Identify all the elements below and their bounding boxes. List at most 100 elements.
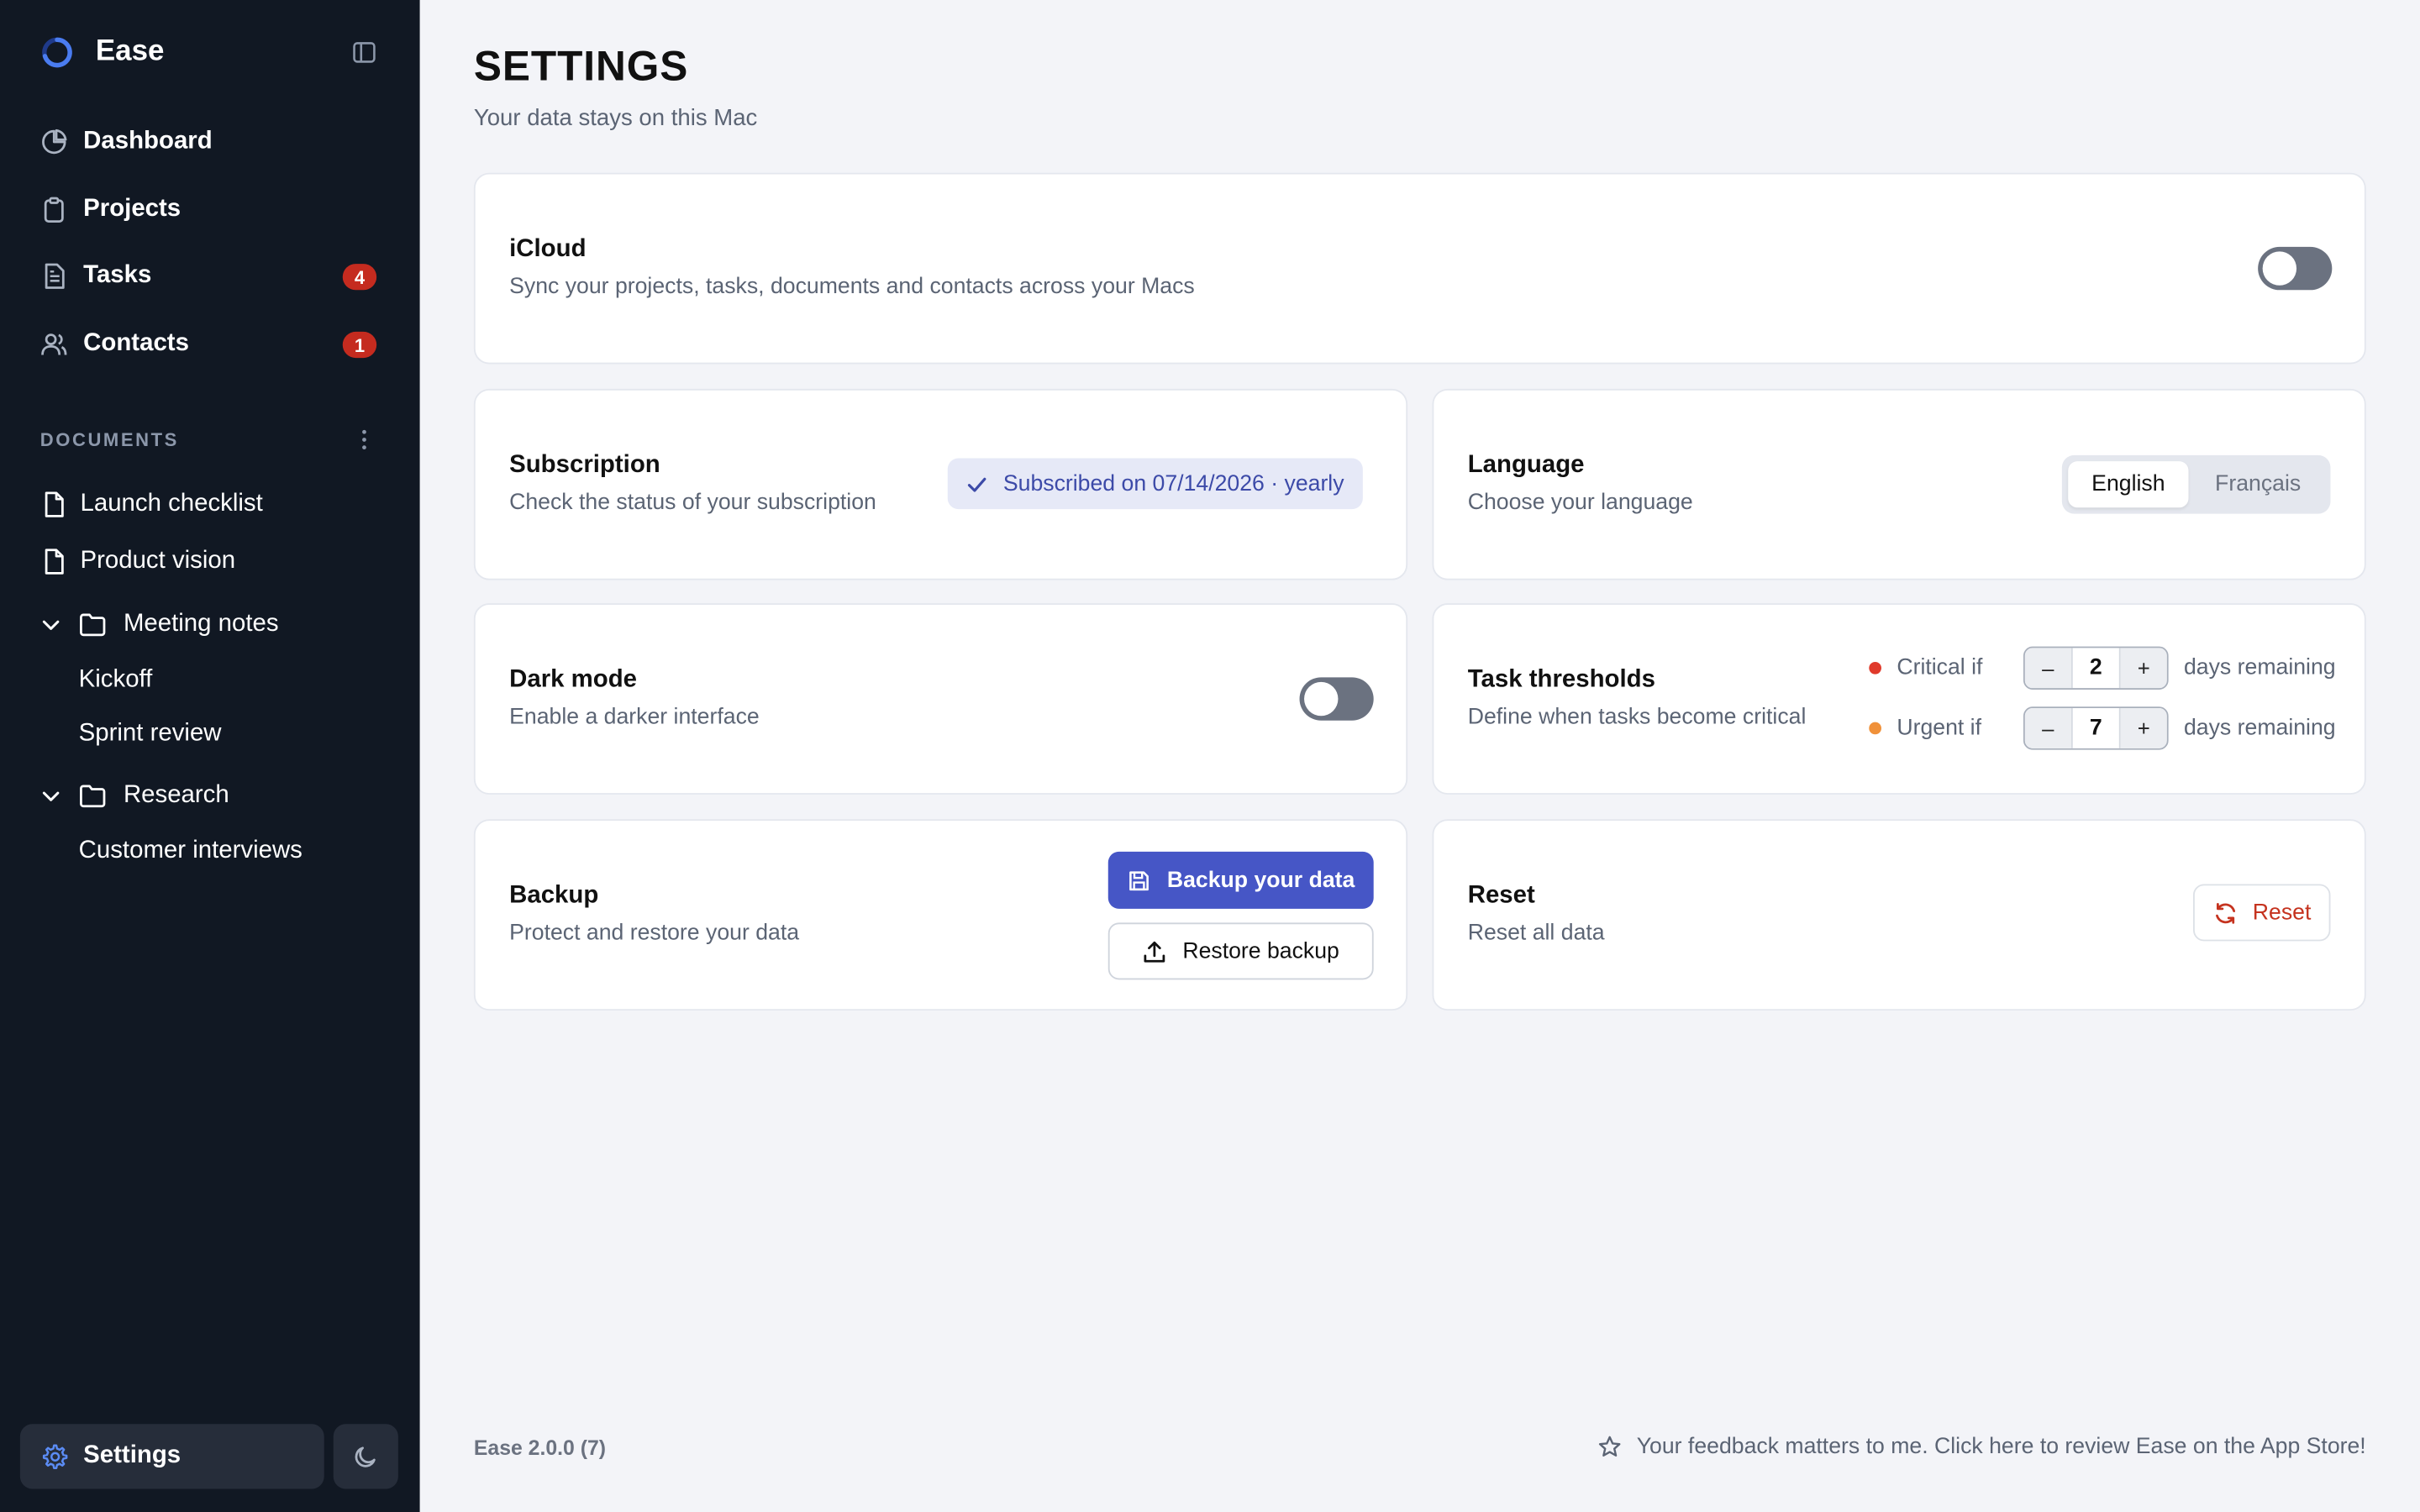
urgent-dot-icon xyxy=(1869,722,1881,735)
nav-dashboard-label: Dashboard xyxy=(83,128,213,155)
nav-projects[interactable]: Projects xyxy=(40,188,380,231)
check-icon xyxy=(966,473,988,495)
urgent-value[interactable]: 7 xyxy=(2070,708,2121,748)
icloud-toggle[interactable] xyxy=(2258,246,2333,291)
moon-icon xyxy=(355,1446,376,1467)
reset-card: Reset Reset all data Reset xyxy=(1432,819,2366,1011)
dark-mode-toggle[interactable] xyxy=(1299,677,1374,721)
folder-research-label: Research xyxy=(123,782,229,809)
settings-nav-label: Settings xyxy=(83,1442,182,1469)
folder-icon xyxy=(79,611,107,638)
reset-description: Reset all data xyxy=(1467,921,1605,946)
pie-chart-icon xyxy=(40,128,68,155)
task-thresholds-card: Task thresholds Define when tasks become… xyxy=(1432,603,2366,795)
contacts-count-badge: 1 xyxy=(342,331,377,359)
language-option-french[interactable]: Français xyxy=(2191,461,2324,507)
language-description: Choose your language xyxy=(1467,491,1693,516)
doc-kickoff-label: Kickoff xyxy=(78,666,153,693)
icloud-title: iCloud xyxy=(509,236,587,263)
subscription-description: Check the status of your subscription xyxy=(509,491,876,516)
doc-customer-interviews[interactable]: Customer interviews xyxy=(79,837,302,865)
icloud-description: Sync your projects, tasks, documents and… xyxy=(509,274,1195,300)
urgent-suffix: days remaining xyxy=(2183,716,2336,741)
critical-suffix: days remaining xyxy=(2183,655,2336,681)
backup-data-button[interactable]: Backup your data xyxy=(1107,851,1374,909)
refresh-icon xyxy=(2212,900,2237,925)
feedback-link[interactable]: Your feedback matters to me. Click here … xyxy=(1598,1435,2366,1460)
collapse-sidebar-button[interactable] xyxy=(349,37,380,68)
document-list-icon xyxy=(40,262,68,290)
icloud-card: iCloud Sync your projects, tasks, docume… xyxy=(473,172,2366,365)
doc-kickoff[interactable]: Kickoff xyxy=(79,666,153,694)
reset-title: Reset xyxy=(1467,882,1535,909)
chevron-down-icon xyxy=(40,611,62,638)
theme-toggle-button[interactable] xyxy=(333,1424,398,1489)
upload-icon xyxy=(1143,939,1167,963)
nav-dashboard[interactable]: Dashboard xyxy=(40,120,380,163)
urgent-stepper: – 7 + xyxy=(2023,706,2169,750)
critical-increment-button[interactable]: + xyxy=(2120,648,2167,689)
app-version: Ease 2.0.0 (7) xyxy=(473,1436,607,1460)
brand: Ease xyxy=(40,34,165,71)
doc-product-vision-label: Product vision xyxy=(80,548,236,575)
language-card: Language Choose your language English Fr… xyxy=(1432,388,2366,580)
subscription-title: Subscription xyxy=(509,452,660,479)
reset-button[interactable]: Reset xyxy=(2193,884,2331,942)
app-name: Ease xyxy=(95,35,165,68)
language-option-english[interactable]: English xyxy=(2068,461,2189,508)
doc-product-vision[interactable]: Product vision xyxy=(40,548,235,575)
urgent-label: Urgent if xyxy=(1897,716,1982,741)
dark-mode-card: Dark mode Enable a darker interface xyxy=(473,603,1408,795)
critical-label: Critical if xyxy=(1897,655,1983,681)
documents-more-button[interactable] xyxy=(352,426,376,454)
folder-research[interactable]: Research xyxy=(40,782,229,810)
doc-sprint-review-label: Sprint review xyxy=(78,720,222,747)
language-segmented-control: English Français xyxy=(2061,454,2331,514)
page-title: SETTINGS xyxy=(473,43,689,90)
critical-value[interactable]: 2 xyxy=(2070,648,2121,689)
gear-icon xyxy=(40,1442,68,1470)
nav-tasks-label: Tasks xyxy=(83,262,152,289)
subscription-status-badge: Subscribed on 07/14/2026 · yearly xyxy=(947,458,1363,510)
page-subtitle: Your data stays on this Mac xyxy=(473,104,758,132)
thresholds-description: Define when tasks become critical xyxy=(1467,705,1807,730)
urgent-decrement-button[interactable]: – xyxy=(2024,708,2071,748)
subscription-card: Subscription Check the status of your su… xyxy=(473,388,1408,580)
dark-mode-description: Enable a darker interface xyxy=(509,705,760,730)
doc-launch-checklist[interactable]: Launch checklist xyxy=(40,491,263,518)
feedback-text: Your feedback matters to me. Click here … xyxy=(1636,1435,2366,1460)
clipboard-icon xyxy=(40,196,68,223)
nav-tasks[interactable]: Tasks 4 xyxy=(40,255,380,297)
file-icon xyxy=(40,548,68,575)
thresholds-title: Task thresholds xyxy=(1467,666,1655,693)
urgent-threshold-row: Urgent if – 7 + days remaining xyxy=(1869,705,2336,751)
language-title: Language xyxy=(1467,452,1585,479)
settings-nav-button[interactable]: Settings xyxy=(19,1424,324,1489)
folder-meeting-notes-label: Meeting notes xyxy=(123,611,279,638)
sidebar: Ease Dashboard Projects Tasks 4 Contacts… xyxy=(0,0,420,1512)
sidebar-toggle-icon xyxy=(353,42,376,63)
backup-card: Backup Protect and restore your data Bac… xyxy=(473,819,1408,1011)
nav-contacts[interactable]: Contacts 1 xyxy=(40,323,380,365)
documents-section-title: DOCUMENTS xyxy=(39,428,179,451)
critical-threshold-row: Critical if – 2 + days remaining xyxy=(1869,645,2336,691)
file-icon xyxy=(40,491,68,518)
nav-projects-label: Projects xyxy=(83,196,182,223)
nav-contacts-label: Contacts xyxy=(83,330,189,357)
ease-logo-icon xyxy=(42,37,72,68)
backup-title: Backup xyxy=(509,882,599,909)
backup-data-label: Backup your data xyxy=(1166,868,1355,893)
star-icon xyxy=(1598,1435,1623,1459)
doc-launch-checklist-label: Launch checklist xyxy=(80,491,263,517)
urgent-increment-button[interactable]: + xyxy=(2120,708,2167,748)
critical-decrement-button[interactable]: – xyxy=(2024,648,2071,689)
doc-customer-interviews-label: Customer interviews xyxy=(78,837,302,864)
backup-description: Protect and restore your data xyxy=(509,921,800,946)
restore-backup-button[interactable]: Restore backup xyxy=(1107,922,1374,980)
toggle-knob xyxy=(2262,251,2297,286)
folder-meeting-notes[interactable]: Meeting notes xyxy=(40,611,279,638)
dark-mode-title: Dark mode xyxy=(509,666,638,693)
restore-backup-label: Restore backup xyxy=(1182,938,1339,964)
chevron-down-icon xyxy=(40,782,62,810)
doc-sprint-review[interactable]: Sprint review xyxy=(79,721,222,748)
